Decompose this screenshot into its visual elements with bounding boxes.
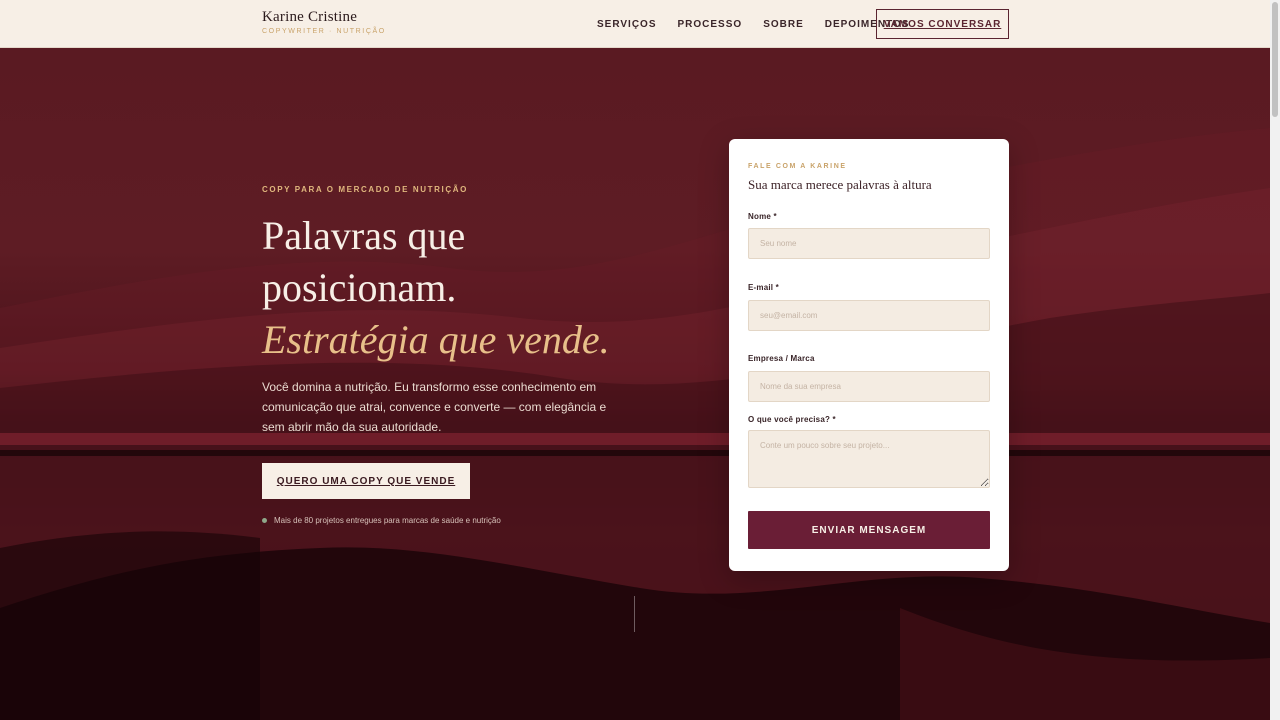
social-proof: Mais de 80 projetos entregues para marca…: [262, 516, 501, 525]
form-title: Sua marca merece palavras à altura: [748, 177, 932, 192]
form-eyebrow: FALE COM A KARINE: [748, 163, 847, 170]
need-label: O que você precisa? *: [748, 415, 836, 424]
contact-form-card: FALE COM A KARINE Sua marca merece palav…: [729, 139, 1009, 571]
site-header: Karine Cristine COPYWRITER · NUTRIÇÃO SE…: [0, 0, 1270, 48]
nav-link-servicos[interactable]: SERVIÇOS: [597, 19, 657, 30]
hero-eyebrow: COPY PARA O MERCADO DE NUTRIÇÃO: [262, 185, 468, 194]
name-input[interactable]: [748, 228, 990, 259]
status-dot-icon: [262, 518, 267, 523]
scroll-indicator: [634, 596, 635, 632]
email-label: E-mail *: [748, 283, 779, 292]
brand-logo[interactable]: Karine Cristine COPYWRITER · NUTRIÇÃO: [262, 9, 386, 35]
brand-name: Karine Cristine: [262, 9, 358, 25]
brand-tagline: COPYWRITER · NUTRIÇÃO: [262, 28, 386, 35]
header-cta-button[interactable]: VAMOS CONVERSAR: [876, 9, 1009, 39]
hero-title-line-2: posicionam.: [262, 265, 457, 310]
hero-cta-button[interactable]: QUERO UMA COPY QUE VENDE: [262, 463, 470, 499]
name-label: Nome *: [748, 212, 777, 221]
hero-title-line-1: Palavras que: [262, 213, 466, 258]
page-scrollbar[interactable]: [1270, 0, 1280, 720]
email-input[interactable]: [748, 300, 990, 331]
hero-section: [0, 48, 1270, 720]
hero-title-accent: Estratégia que vende.: [262, 317, 610, 362]
hero-title: Palavras que posicionam. Estratégia que …: [262, 210, 610, 366]
social-proof-text: Mais de 80 projetos entregues para marca…: [274, 516, 501, 525]
hero-background-illustration: [0, 128, 1270, 720]
hero-lead-text: Você domina a nutrição. Eu transformo es…: [262, 380, 607, 434]
submit-button[interactable]: ENVIAR MENSAGEM: [748, 511, 990, 549]
company-input[interactable]: [748, 371, 990, 402]
need-textarea[interactable]: [748, 430, 990, 488]
nav-link-sobre[interactable]: SOBRE: [763, 19, 804, 30]
company-label: Empresa / Marca: [748, 354, 815, 363]
nav-link-processo[interactable]: PROCESSO: [678, 19, 743, 30]
scrollbar-thumb[interactable]: [1272, 2, 1278, 117]
